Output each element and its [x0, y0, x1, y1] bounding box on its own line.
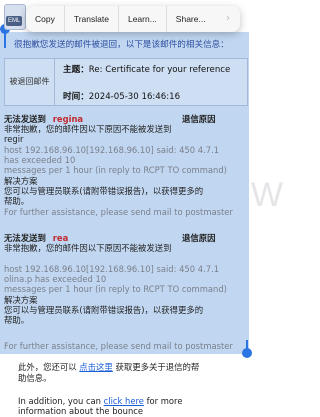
assistance-text: For further assistance, please send mail… — [4, 341, 233, 351]
smtp-error-line: host 192.168.96.10[192.168.96.10] said: … — [4, 145, 220, 155]
solution-text: 您可以与管理员联系(请附带错误报告)，以获得更多的 — [4, 186, 204, 196]
time-row: 时间：2024-05-30 16:46:16 — [63, 92, 180, 102]
smtp-error-line: olina.p has exceeded 10 — [4, 274, 107, 284]
recipient-name: regina — [52, 114, 84, 124]
help-link-en[interactable]: click here — [104, 396, 144, 406]
subject-key: 主题： — [63, 65, 89, 75]
time-value: 2024-05-30 16:46:16 — [88, 92, 181, 102]
subject-row: 主题：Re: Certificate for your reference — [63, 65, 243, 76]
assistance-text: For further assistance, please send mail… — [4, 207, 233, 217]
smtp-error-line: messages per 1 hour (in reply to RCPT TO… — [4, 165, 227, 175]
recipient-line-2: 无法发送到 rea 退信原因 — [4, 233, 216, 243]
selection-start-bar — [4, 30, 6, 48]
eml-file-icon: EML — [4, 4, 26, 30]
help-prefix-en: In addition, you can — [18, 396, 101, 406]
help-line-cn: 此外，您还可以 点击这里 获取更多关于退信的帮 — [18, 362, 199, 372]
bounce-reason-label: 退信原因 — [182, 233, 216, 243]
email-body: W 很抱歉您发送的邮件被退回，以下是该邮件的相关信息： 被退回邮件 主题：Re:… — [0, 0, 283, 417]
translate-menu-item[interactable]: Translate — [65, 6, 119, 32]
eml-file-label: EML — [6, 16, 23, 26]
chevron-right-icon[interactable]: › — [226, 14, 230, 24]
copy-menu-item[interactable]: Copy — [26, 6, 65, 32]
smtp-error-line: messages per 1 hour (in reply to RCPT TO… — [4, 284, 227, 294]
learn-menu-item[interactable]: Learn... — [119, 6, 167, 32]
text-context-menu: Copy Translate Learn... Share... — [26, 6, 240, 32]
help-suffix-en: for more — [146, 396, 183, 406]
solution-text: 帮助。 — [4, 315, 30, 325]
solution-text: 您可以与管理员联系(请附带错误报告)，以获得更多的 — [4, 305, 204, 315]
bounced-mail-info-box: 被退回邮件 主题：Re: Certificate for your refere… — [4, 58, 248, 106]
bounce-reason-label: 退信原因 — [182, 114, 216, 124]
smtp-error-line: host 192.168.96.10[192.168.96.10] said: … — [4, 264, 220, 274]
recipient-line-1: 无法发送到 regina 退信原因 — [4, 114, 216, 124]
bounced-mail-label: 被退回邮件 — [5, 59, 55, 105]
solution-heading: 解决方案 — [4, 176, 38, 186]
solution-text: 帮助。 — [4, 196, 30, 206]
help-prefix-cn: 此外，您还可以 — [18, 362, 77, 372]
help-line-en: In addition, you can click here for more — [18, 396, 182, 406]
help-line-en-2: information about the bounce — [18, 406, 144, 416]
share-menu-item[interactable]: Share... — [167, 6, 215, 32]
reason-line: 非常抱歉，您的邮件因以下原因不能被发送到 — [4, 124, 172, 134]
recipient-prefix: 无法发送到 — [4, 233, 46, 243]
smtp-error-line: has exceeded 10 — [4, 155, 76, 165]
bounce-header-text: 很抱歉您发送的邮件被退回，以下是该邮件的相关信息： — [14, 40, 229, 50]
help-line-cn-2: 助信息。 — [18, 373, 52, 383]
recipient-prefix: 无法发送到 — [4, 114, 46, 124]
watermark: W — [250, 176, 283, 214]
reason-line: 非常抱歉，您的邮件因以下原因不能被发送到 — [4, 243, 172, 253]
selection-end-handle[interactable] — [242, 348, 252, 358]
help-link-cn[interactable]: 点击这里 — [79, 362, 113, 372]
recipient-fragment: regir — [4, 134, 24, 144]
help-suffix-cn: 获取更多关于退信的帮 — [115, 362, 200, 372]
time-key: 时间： — [63, 92, 89, 102]
subject-value: Re: Certificate for your reference — [88, 65, 231, 75]
recipient-name: rea — [52, 233, 69, 243]
solution-heading: 解决方案 — [4, 295, 38, 305]
